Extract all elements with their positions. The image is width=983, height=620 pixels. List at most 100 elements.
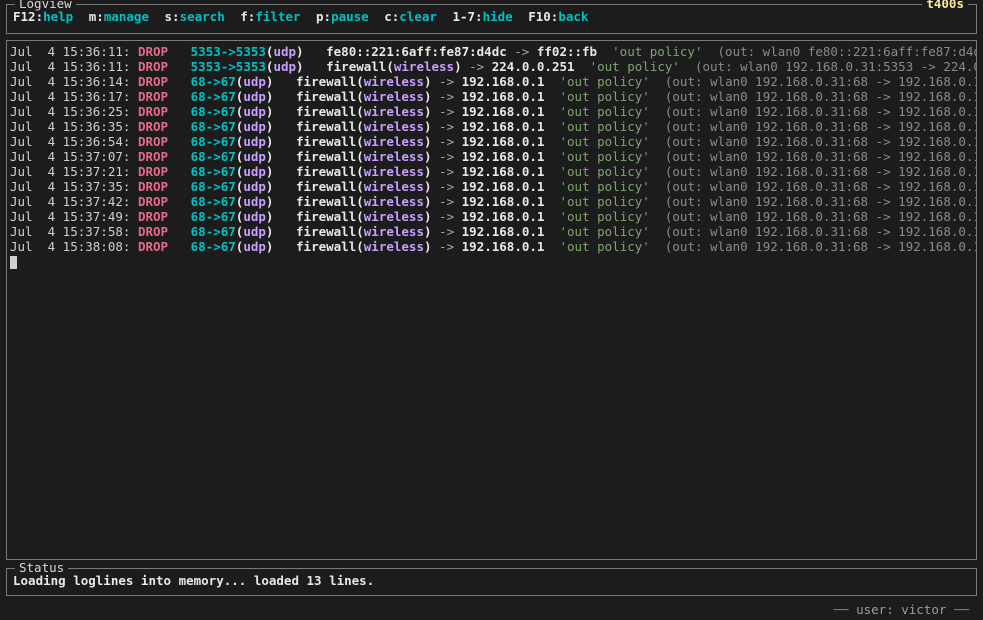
log-ports: 68->67 — [191, 224, 236, 239]
log-dst: 192.168.0.1 — [462, 224, 545, 239]
log-action: DROP — [138, 209, 168, 224]
log-dst: 224.0.0.251 — [492, 59, 575, 74]
log-firewall: firewall — [296, 74, 356, 89]
log-interface: wireless — [364, 164, 424, 179]
log-firewall: firewall — [296, 149, 356, 164]
log-tail: (out: wlan0 192.168.0.31:68 -> 192.168.0… — [665, 134, 977, 149]
log-firewall: firewall — [296, 104, 356, 119]
log-policy: 'out policy' — [612, 44, 702, 59]
log-proto: udp — [243, 224, 266, 239]
log-firewall: firewall — [296, 209, 356, 224]
log-firewall: firewall — [296, 134, 356, 149]
shortcut-key[interactable]: 1-7: — [452, 9, 482, 24]
log-interface: wireless — [364, 119, 424, 134]
cursor — [10, 254, 973, 269]
shortcut-cmd[interactable]: manage — [104, 9, 149, 24]
shortcut-key[interactable]: p: — [316, 9, 331, 24]
shortcut-key[interactable]: f: — [240, 9, 255, 24]
log-policy: 'out policy' — [560, 119, 650, 134]
log-tail: (out: wlan0 192.168.0.31:68 -> 192.168.0… — [665, 209, 977, 224]
log-policy: 'out policy' — [560, 89, 650, 104]
log-action: DROP — [138, 89, 168, 104]
log-proto: udp — [243, 194, 266, 209]
log-firewall: firewall — [296, 194, 356, 209]
log-proto: udp — [243, 239, 266, 254]
log-tail: (out: wlan0 192.168.0.31:68 -> 192.168.0… — [665, 104, 977, 119]
log-dst: 192.168.0.1 — [462, 194, 545, 209]
log-interface: wireless — [364, 89, 424, 104]
panel-title: Logview — [15, 0, 76, 11]
shortcut-cmd[interactable]: search — [180, 9, 225, 24]
log-policy: 'out policy' — [560, 104, 650, 119]
log-policy: 'out policy' — [560, 134, 650, 149]
log-action: DROP — [138, 149, 168, 164]
log-proto: udp — [243, 134, 266, 149]
log-ports: 68->67 — [191, 239, 236, 254]
shortcut-key[interactable]: s: — [165, 9, 180, 24]
shortcut-key[interactable]: m: — [89, 9, 104, 24]
log-interface: wireless — [364, 224, 424, 239]
log-tail: (out: wlan0 192.168.0.31:68 -> 192.168.0… — [665, 164, 977, 179]
log-ports: 68->67 — [191, 209, 236, 224]
status-title: Status — [15, 560, 68, 575]
log-tail: (out: wlan0 192.168.0.31:68 -> 192.168.0… — [665, 119, 977, 134]
shortcut-key[interactable]: F10: — [528, 9, 558, 24]
log-ports: 68->67 — [191, 119, 236, 134]
log-proto: udp — [243, 164, 266, 179]
log-tail: (out: wlan0 192.168.0.31:68 -> 192.168.0… — [665, 74, 977, 89]
log-line: Jul 4 15:36:35: DROP 68->67(udp) firewal… — [10, 119, 973, 134]
log-date: Jul 4 15:37:07: — [10, 149, 130, 164]
log-policy: 'out policy' — [560, 209, 650, 224]
log-action: DROP — [138, 224, 168, 239]
log-proto: udp — [243, 119, 266, 134]
log-date: Jul 4 15:37:35: — [10, 179, 130, 194]
log-ports: 5353->5353 — [191, 59, 266, 74]
log-firewall: firewall — [296, 224, 356, 239]
log-box[interactable]: Jul 4 15:36:11: DROP 5353->5353(udp) fe8… — [6, 40, 977, 560]
log-action: DROP — [138, 179, 168, 194]
log-action: DROP — [138, 194, 168, 209]
user-dashes-right: ── — [954, 602, 969, 617]
log-date: Jul 4 15:36:11: — [10, 44, 130, 59]
log-ports: 5353->5353 — [191, 44, 266, 59]
log-interface: wireless — [364, 239, 424, 254]
shortcut-cmd[interactable]: back — [558, 9, 588, 24]
shortcut-key[interactable]: F12: — [13, 9, 43, 24]
shortcut-cmd[interactable]: help — [43, 9, 73, 24]
log-firewall: firewall — [296, 164, 356, 179]
log-action: DROP — [138, 104, 168, 119]
shortcut-cmd[interactable]: clear — [399, 9, 437, 24]
log-dst: 192.168.0.1 — [462, 104, 545, 119]
log-ports: 68->67 — [191, 194, 236, 209]
log-dst: ff02::fb — [537, 44, 597, 59]
log-tail: (out: wlan0 fe80::221:6aff:fe87:d4dc:535… — [718, 44, 977, 59]
log-policy: 'out policy' — [590, 59, 680, 74]
log-date: Jul 4 15:36:14: — [10, 74, 130, 89]
status-panel: Status Loading loglines into memory... l… — [6, 568, 977, 596]
log-firewall: firewall — [296, 89, 356, 104]
log-line: Jul 4 15:36:54: DROP 68->67(udp) firewal… — [10, 134, 973, 149]
log-interface: wireless — [364, 74, 424, 89]
log-dst: 192.168.0.1 — [462, 179, 545, 194]
shortcut-key[interactable]: c: — [384, 9, 399, 24]
log-src: fe80::221:6aff:fe87:d4dc — [326, 44, 507, 59]
log-policy: 'out policy' — [560, 239, 650, 254]
log-line: Jul 4 15:38:08: DROP 68->67(udp) firewal… — [10, 239, 973, 254]
log-date: Jul 4 15:36:17: — [10, 89, 130, 104]
log-date: Jul 4 15:37:21: — [10, 164, 130, 179]
log-date: Jul 4 15:36:54: — [10, 134, 130, 149]
log-date: Jul 4 15:38:08: — [10, 239, 130, 254]
shortcut-cmd[interactable]: filter — [255, 9, 300, 24]
user-dashes: ── — [834, 602, 849, 617]
log-firewall: firewall — [296, 179, 356, 194]
log-tail: (out: wlan0 192.168.0.31:5353 -> 224.0.0… — [695, 59, 977, 74]
shortcut-cmd[interactable]: pause — [331, 9, 369, 24]
log-interface: wireless — [364, 149, 424, 164]
log-line: Jul 4 15:37:58: DROP 68->67(udp) firewal… — [10, 224, 973, 239]
log-proto: udp — [243, 74, 266, 89]
shortcut-cmd[interactable]: hide — [483, 9, 513, 24]
log-dst: 192.168.0.1 — [462, 149, 545, 164]
log-proto: udp — [273, 59, 296, 74]
log-tail: (out: wlan0 192.168.0.31:68 -> 192.168.0… — [665, 224, 977, 239]
log-action: DROP — [138, 44, 168, 59]
